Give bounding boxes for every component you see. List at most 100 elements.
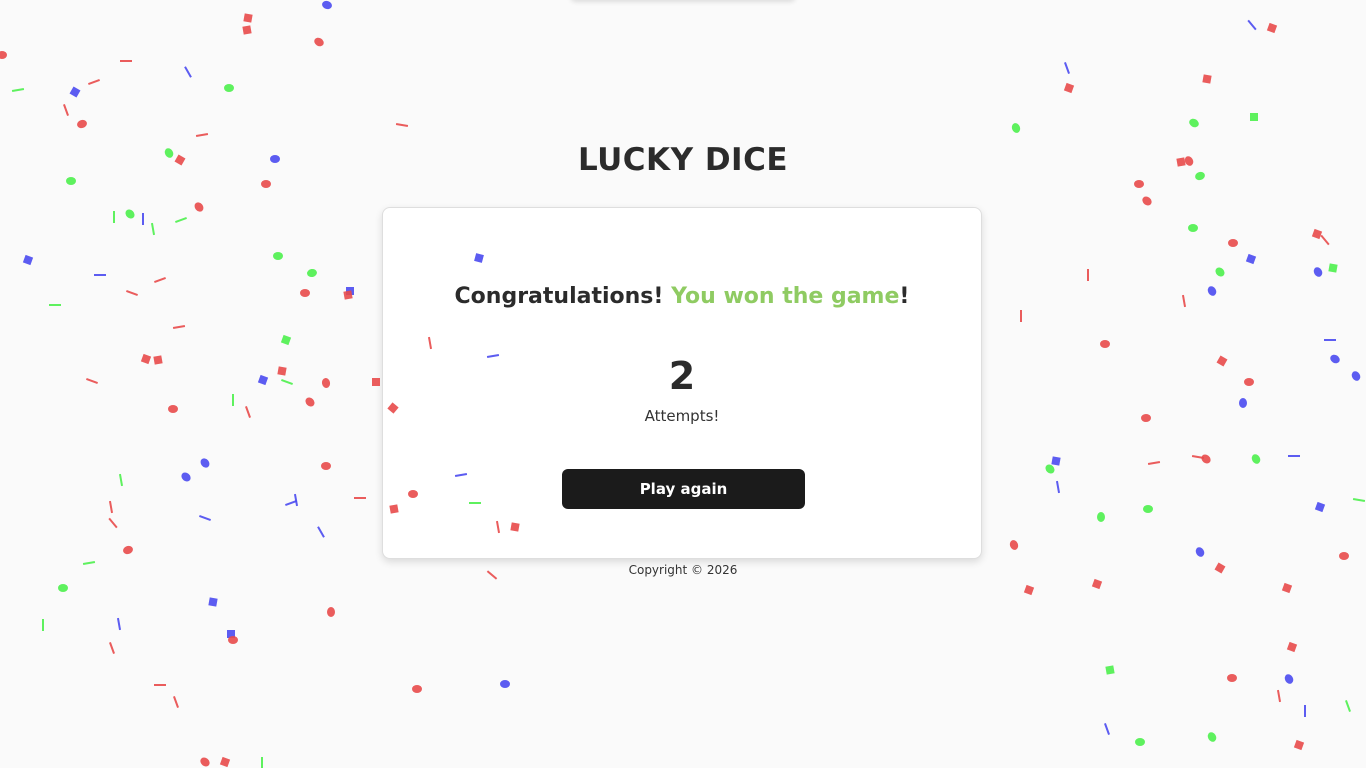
confetti-piece	[77, 119, 87, 129]
confetti-piece	[412, 685, 422, 693]
confetti-piece	[224, 84, 234, 92]
confetti-piece	[125, 209, 135, 219]
confetti-piece	[108, 517, 118, 529]
confetti-piece	[1009, 540, 1019, 550]
confetti-piece	[261, 757, 263, 768]
confetti-piece	[1328, 263, 1338, 273]
confetti-piece	[300, 289, 310, 297]
confetti-piece	[1245, 253, 1257, 265]
confetti-piece	[1202, 74, 1212, 84]
game-screen: LUCKY DICE Congratulations! You won the …	[0, 0, 1366, 768]
confetti-piece	[1351, 371, 1361, 381]
page-title: LUCKY DICE	[577, 142, 789, 178]
confetti-piece	[1195, 547, 1205, 557]
confetti-piece	[140, 353, 152, 365]
confetti-piece	[1064, 62, 1070, 74]
confetti-piece	[285, 500, 297, 506]
confetti-piece	[1266, 22, 1278, 34]
confetti-piece	[219, 756, 231, 768]
confetti-piece	[181, 472, 191, 482]
congratulations-message: Congratulations! You won the game!	[383, 284, 981, 309]
confetti-piece	[109, 642, 115, 654]
result-card: Congratulations! You won the game! 2 Att…	[382, 207, 982, 559]
confetti-piece	[1087, 269, 1089, 281]
confetti-piece	[1228, 239, 1238, 247]
confetti-piece	[1216, 355, 1228, 367]
confetti-piece	[175, 217, 187, 223]
confetti-piece	[153, 355, 163, 365]
confetti-piece	[1142, 196, 1152, 206]
confetti-piece	[1020, 310, 1022, 322]
confetti-piece	[305, 397, 315, 407]
confetti-piece	[395, 122, 409, 128]
confetti-piece	[1345, 700, 1351, 712]
confetti-piece	[261, 180, 271, 188]
confetti-piece	[293, 493, 299, 507]
confetti-piece	[1247, 19, 1257, 31]
confetti-piece	[354, 497, 366, 499]
confetti-piece	[1276, 689, 1282, 703]
congrats-prefix: Congratulations!	[454, 284, 672, 309]
confetti-piece	[1352, 497, 1366, 503]
confetti-piece	[1244, 378, 1254, 386]
play-again-button[interactable]: Play again	[562, 469, 805, 509]
confetti-piece	[199, 515, 211, 521]
confetti-piece	[1207, 286, 1217, 296]
confetti-piece	[1207, 732, 1217, 742]
confetti-piece	[1143, 505, 1153, 513]
confetti-piece	[69, 86, 81, 98]
confetti-piece	[500, 680, 510, 688]
confetti-piece	[1284, 674, 1294, 684]
confetti-piece	[86, 378, 98, 384]
confetti-piece	[327, 607, 335, 617]
confetti-piece	[1201, 454, 1211, 464]
attempts-label: Attempts!	[644, 407, 720, 425]
confetti-piece	[227, 630, 235, 638]
confetti-piece	[228, 636, 238, 644]
confetti-piece	[1189, 118, 1199, 128]
confetti-piece	[1011, 123, 1021, 133]
confetti-piece	[1293, 739, 1305, 751]
confetti-piece	[317, 526, 325, 538]
confetti-piece	[63, 104, 69, 116]
confetti-piece	[1045, 464, 1055, 474]
confetti-piece	[150, 222, 156, 236]
confetti-piece	[372, 378, 380, 386]
confetti-piece	[322, 0, 332, 10]
confetti-piece	[273, 252, 283, 260]
confetti-piece	[280, 334, 292, 346]
confetti-piece	[1104, 723, 1110, 735]
confetti-piece	[1135, 738, 1145, 746]
confetti-piece	[58, 584, 68, 592]
confetti-piece	[1063, 82, 1075, 94]
copyright-footer: Copyright © 2026	[628, 563, 738, 577]
confetti-piece	[1288, 455, 1300, 457]
confetti-piece	[1105, 665, 1115, 675]
confetti-piece	[1251, 454, 1261, 464]
confetti-piece	[1339, 552, 1349, 560]
confetti-piece	[173, 696, 179, 708]
congrats-suffix: !	[899, 284, 910, 309]
confetti-piece	[1250, 113, 1258, 121]
confetti-piece	[118, 473, 124, 487]
confetti-piece	[1181, 294, 1187, 308]
confetti-piece	[184, 66, 192, 78]
confetti-piece	[168, 405, 178, 413]
confetti-piece	[242, 25, 252, 35]
confetti-piece	[1023, 584, 1035, 596]
confetti-piece	[116, 617, 122, 631]
confetti-piece	[0, 51, 7, 59]
confetti-piece	[22, 254, 34, 266]
confetti-piece	[42, 619, 44, 631]
confetti-piece	[1281, 582, 1293, 594]
confetti-piece	[1304, 705, 1306, 717]
confetti-piece	[1324, 339, 1336, 341]
confetti-piece	[123, 545, 133, 555]
confetti-piece	[194, 202, 204, 212]
confetti-piece	[200, 757, 210, 767]
confetti-piece	[108, 500, 114, 514]
confetti-piece	[232, 394, 234, 406]
confetti-piece	[120, 60, 132, 62]
confetti-piece	[208, 597, 218, 607]
confetti-piece	[1191, 454, 1205, 460]
